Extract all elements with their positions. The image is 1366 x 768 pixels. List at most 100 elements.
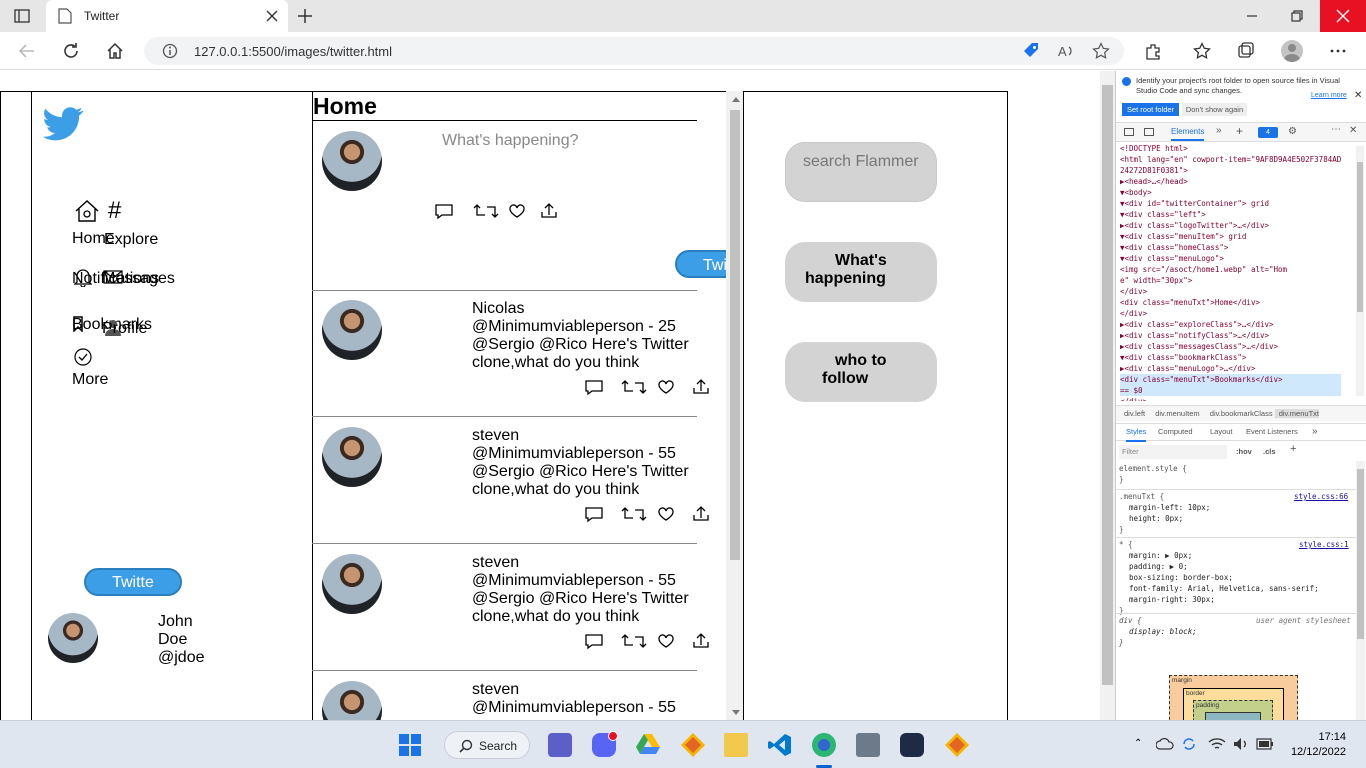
tweet-action-icons[interactable] (584, 378, 714, 396)
more-circle-icon[interactable] (73, 347, 93, 367)
elements-tab[interactable]: Elements (1171, 127, 1205, 141)
new-style-rule-icon[interactable]: + (1290, 443, 1296, 455)
dom-scroll-thumb[interactable] (1357, 162, 1363, 312)
dom-line[interactable]: ▼<div id="twitterContainer"> grid (1120, 198, 1341, 209)
dom-line[interactable]: == $0 (1120, 385, 1342, 396)
profile-avatar-icon[interactable] (1281, 40, 1303, 62)
back-icon[interactable] (18, 42, 36, 60)
dom-line[interactable]: ▼<div class="bookmarkClass"> (1120, 352, 1341, 363)
dom-line[interactable]: </div> (1120, 308, 1341, 319)
scroll-thumb[interactable] (730, 110, 740, 560)
hashtag-icon[interactable]: # (108, 199, 121, 223)
who-to-follow-box[interactable]: who to follow (785, 342, 937, 402)
tab-actions-icon[interactable] (14, 8, 30, 24)
cls-toggle[interactable]: .cls (1263, 447, 1276, 456)
styles-scroll-thumb[interactable] (1357, 469, 1364, 639)
info-icon[interactable] (162, 43, 178, 59)
search-input[interactable]: search Flammer (785, 142, 937, 202)
dom-tree[interactable]: <!DOCTYPE html> <html lang="en" cowport-i… (1116, 143, 1366, 401)
dom-line[interactable]: ▶<head>…</head> (1120, 176, 1341, 187)
dom-line[interactable]: ▶<div class="messagesClass">…</div> (1120, 341, 1341, 352)
app-diamond-icon[interactable] (681, 733, 705, 757)
breadcrumb-item[interactable]: div.left (1116, 409, 1145, 418)
webex-icon[interactable] (900, 733, 924, 757)
collections-icon[interactable] (1237, 42, 1255, 60)
add-panel-icon[interactable]: + (1236, 124, 1243, 138)
issues-badge[interactable]: 4 (1258, 127, 1278, 138)
new-tab-icon[interactable] (297, 8, 313, 24)
favorite-add-icon[interactable] (1092, 42, 1110, 60)
close-notice-icon[interactable]: ✕ (1354, 90, 1362, 101)
tweet-item[interactable]: steven @Minimumviableperson - 55 @Sergio… (312, 544, 732, 671)
app-diamond-2-icon[interactable] (945, 733, 969, 757)
scroll-up-icon[interactable] (732, 97, 740, 102)
hov-toggle[interactable]: :hov (1236, 447, 1252, 456)
onedrive-icon[interactable] (1156, 738, 1174, 750)
dom-line[interactable]: <html lang="en" cowport-item="9AF8D9A4E5… (1120, 154, 1341, 165)
address-bar[interactable]: 127.0.0.1:5500/images/twitter.html A (144, 37, 1124, 65)
dom-line[interactable]: <div class="menuTxt">Home</div> (1120, 297, 1341, 308)
home-icon[interactable] (74, 199, 100, 223)
learn-more-link[interactable]: Learn more (1311, 92, 1347, 99)
wifi-icon[interactable] (1208, 736, 1226, 752)
edge-icon[interactable] (812, 733, 836, 757)
browser-tab[interactable]: Twitter (46, 0, 288, 32)
settings-gear-icon[interactable]: ⚙ (1288, 126, 1297, 137)
sidebar-item-profile[interactable]: Profile (102, 320, 147, 338)
layout-tab[interactable]: Layout (1210, 424, 1233, 440)
dom-line[interactable]: ▼<div class="menuItem"> grid (1120, 231, 1341, 242)
sidebar-item-explore[interactable]: Explore (104, 231, 158, 249)
styles-scrollbar[interactable] (1356, 461, 1365, 720)
browser-menu-icon[interactable] (1329, 42, 1347, 60)
sidebar-tweet-button[interactable]: Twitte (84, 568, 182, 596)
tweet-item[interactable]: steven @Minimumviableperson - 55 (312, 671, 732, 720)
feed-scrollbar[interactable] (726, 91, 743, 720)
dom-line[interactable]: 24272D81F0381"> (1120, 165, 1341, 176)
breadcrumb-item-active[interactable]: div.menuTxt (1274, 409, 1319, 418)
source-link[interactable]: style.css:66 (1294, 491, 1348, 502)
dom-line[interactable]: <img src="/asoct/home1.webp" alt="Hom (1120, 264, 1341, 275)
file-explorer-icon[interactable] (724, 733, 748, 757)
scroll-down-icon[interactable] (732, 710, 740, 715)
tag-icon[interactable] (1022, 42, 1040, 60)
tweet-action-icons[interactable] (584, 505, 714, 523)
dom-line[interactable]: ▶<div class="menuLogo">…</div> (1120, 363, 1341, 374)
tweet-item[interactable]: steven @Minimumviableperson - 55 @Sergio… (312, 417, 732, 544)
tweet-item[interactable]: Nicolas @Minimumviableperson - 25 @Sergi… (312, 290, 732, 417)
compose-input[interactable]: What's happening? (442, 132, 578, 150)
clock[interactable]: 17:14 12/12/2022 (1290, 730, 1346, 760)
home-browser-icon[interactable] (106, 42, 124, 60)
dom-line[interactable]: ▼<div class="menuLogo"> (1120, 253, 1341, 264)
meet-icon[interactable] (548, 733, 572, 757)
dom-line[interactable]: </div> (1120, 286, 1341, 297)
calculator-icon[interactable] (856, 733, 880, 757)
inspect-icon[interactable] (1124, 128, 1134, 136)
minimize-icon[interactable] (1244, 8, 1260, 24)
breadcrumb-item[interactable]: div.menuItem (1147, 409, 1199, 418)
dom-line[interactable]: ▼<body> (1120, 187, 1341, 198)
styles-tab[interactable]: Styles (1126, 424, 1147, 442)
dom-line[interactable]: <!DOCTYPE html> (1120, 143, 1341, 154)
dom-line[interactable]: <div class="menuTxt">Bookmarks</div> (1120, 374, 1342, 385)
restore-icon[interactable] (1289, 8, 1305, 24)
drive-icon[interactable] (636, 733, 660, 755)
dom-line[interactable]: ▼<div class="left"> (1120, 209, 1341, 220)
more-tabs-icon[interactable]: » (1216, 125, 1222, 136)
set-root-folder-button[interactable]: Set root folder (1122, 103, 1179, 116)
whats-happening-box[interactable]: What's happening (785, 242, 937, 302)
favorites-icon[interactable] (1193, 42, 1211, 60)
devtools-menu-icon[interactable]: ⋯ (1331, 124, 1341, 135)
dont-show-again-button[interactable]: Don't show again (1182, 103, 1247, 116)
page-scroll-thumb[interactable] (1102, 85, 1113, 685)
event-listeners-tab[interactable]: Event Listeners (1246, 424, 1298, 440)
taskbar-search[interactable]: Search (444, 731, 530, 759)
computed-tab[interactable]: Computed (1158, 424, 1193, 440)
reload-icon[interactable] (62, 42, 80, 60)
dom-line[interactable]: e" width="30px"> (1120, 275, 1341, 286)
dom-scrollbar[interactable] (1356, 146, 1364, 396)
page-scrollbar[interactable] (1100, 71, 1115, 720)
volume-icon[interactable] (1233, 736, 1249, 752)
close-tab-icon[interactable] (266, 10, 278, 22)
more-style-tabs-icon[interactable]: » (1312, 424, 1318, 440)
user-avatar[interactable] (48, 613, 98, 663)
